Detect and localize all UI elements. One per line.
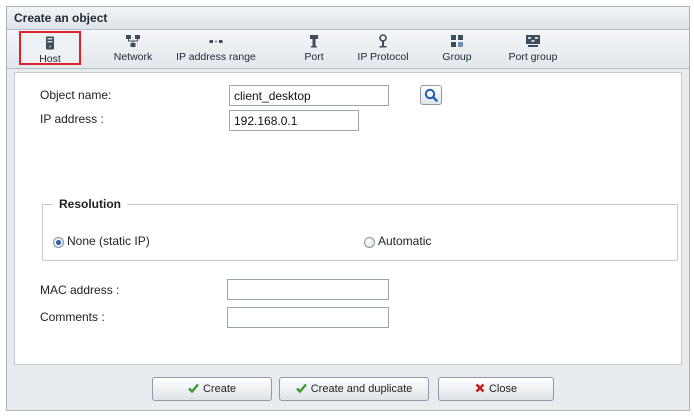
ip-protocol-icon: [350, 34, 416, 51]
ip-address-field[interactable]: [229, 110, 359, 131]
mac-address-field[interactable]: [227, 279, 389, 300]
toolbar-label-ip-range: IP address range: [176, 51, 256, 63]
close-icon: [475, 383, 485, 393]
search-icon: [424, 88, 438, 102]
object-form-panel: Object name: IP address : Resolution Non…: [14, 72, 682, 365]
create-and-duplicate-button-label: Create and duplicate: [310, 383, 413, 395]
radio-static-ip[interactable]: [53, 237, 64, 248]
toolbar-item-network[interactable]: Network: [107, 31, 159, 65]
toolbar-label-ip-protocol: IP Protocol: [357, 51, 409, 63]
ip-range-icon: [175, 34, 257, 51]
toolbar-item-group[interactable]: Group: [435, 31, 479, 65]
create-object-dialog: Create an object Host Network IP address…: [6, 6, 690, 411]
toolbar-item-host[interactable]: Host: [19, 31, 81, 65]
toolbar-item-port-group[interactable]: Port group: [501, 31, 565, 65]
toolbar-label-network: Network: [113, 51, 153, 63]
toolbar-item-port[interactable]: Port: [296, 31, 332, 65]
toolbar-item-ip-protocol[interactable]: IP Protocol: [350, 31, 416, 65]
toolbar-label-host: Host: [39, 53, 61, 65]
create-and-duplicate-button[interactable]: Create and duplicate: [279, 377, 429, 401]
toolbar-item-ip-range[interactable]: IP address range: [175, 31, 257, 65]
resolution-legend: Resolution: [59, 197, 121, 211]
toolbar-label-group: Group: [442, 51, 472, 63]
search-button[interactable]: [420, 85, 442, 105]
port-icon: [296, 34, 332, 51]
object-name-field[interactable]: [229, 85, 389, 106]
close-button[interactable]: Close: [438, 377, 554, 401]
dialog-title: Create an object: [7, 7, 689, 30]
radio-automatic[interactable]: [364, 237, 375, 248]
port-group-icon: [501, 34, 565, 51]
toolbar-label-port: Port: [304, 51, 324, 63]
group-icon: [435, 34, 479, 51]
close-button-label: Close: [488, 383, 518, 395]
object-name-label: Object name:: [40, 88, 112, 102]
checkmark-icon: [188, 383, 199, 394]
comments-label: Comments :: [40, 310, 105, 324]
radio-automatic-label: Automatic: [378, 234, 432, 248]
host-icon: [21, 36, 79, 53]
create-button[interactable]: Create: [152, 377, 272, 401]
object-type-toolbar: Host Network IP address range Port IP Pr…: [7, 30, 689, 69]
network-icon: [107, 34, 159, 51]
ip-address-label: IP address :: [40, 112, 104, 126]
create-button-label: Create: [202, 383, 237, 395]
comments-field[interactable]: [227, 307, 389, 328]
radio-static-ip-label: None (static IP): [67, 234, 150, 248]
resolution-group: Resolution: [42, 197, 678, 261]
toolbar-label-port-group: Port group: [508, 51, 558, 63]
mac-address-label: MAC address :: [40, 283, 120, 297]
checkmark-icon: [295, 383, 307, 394]
